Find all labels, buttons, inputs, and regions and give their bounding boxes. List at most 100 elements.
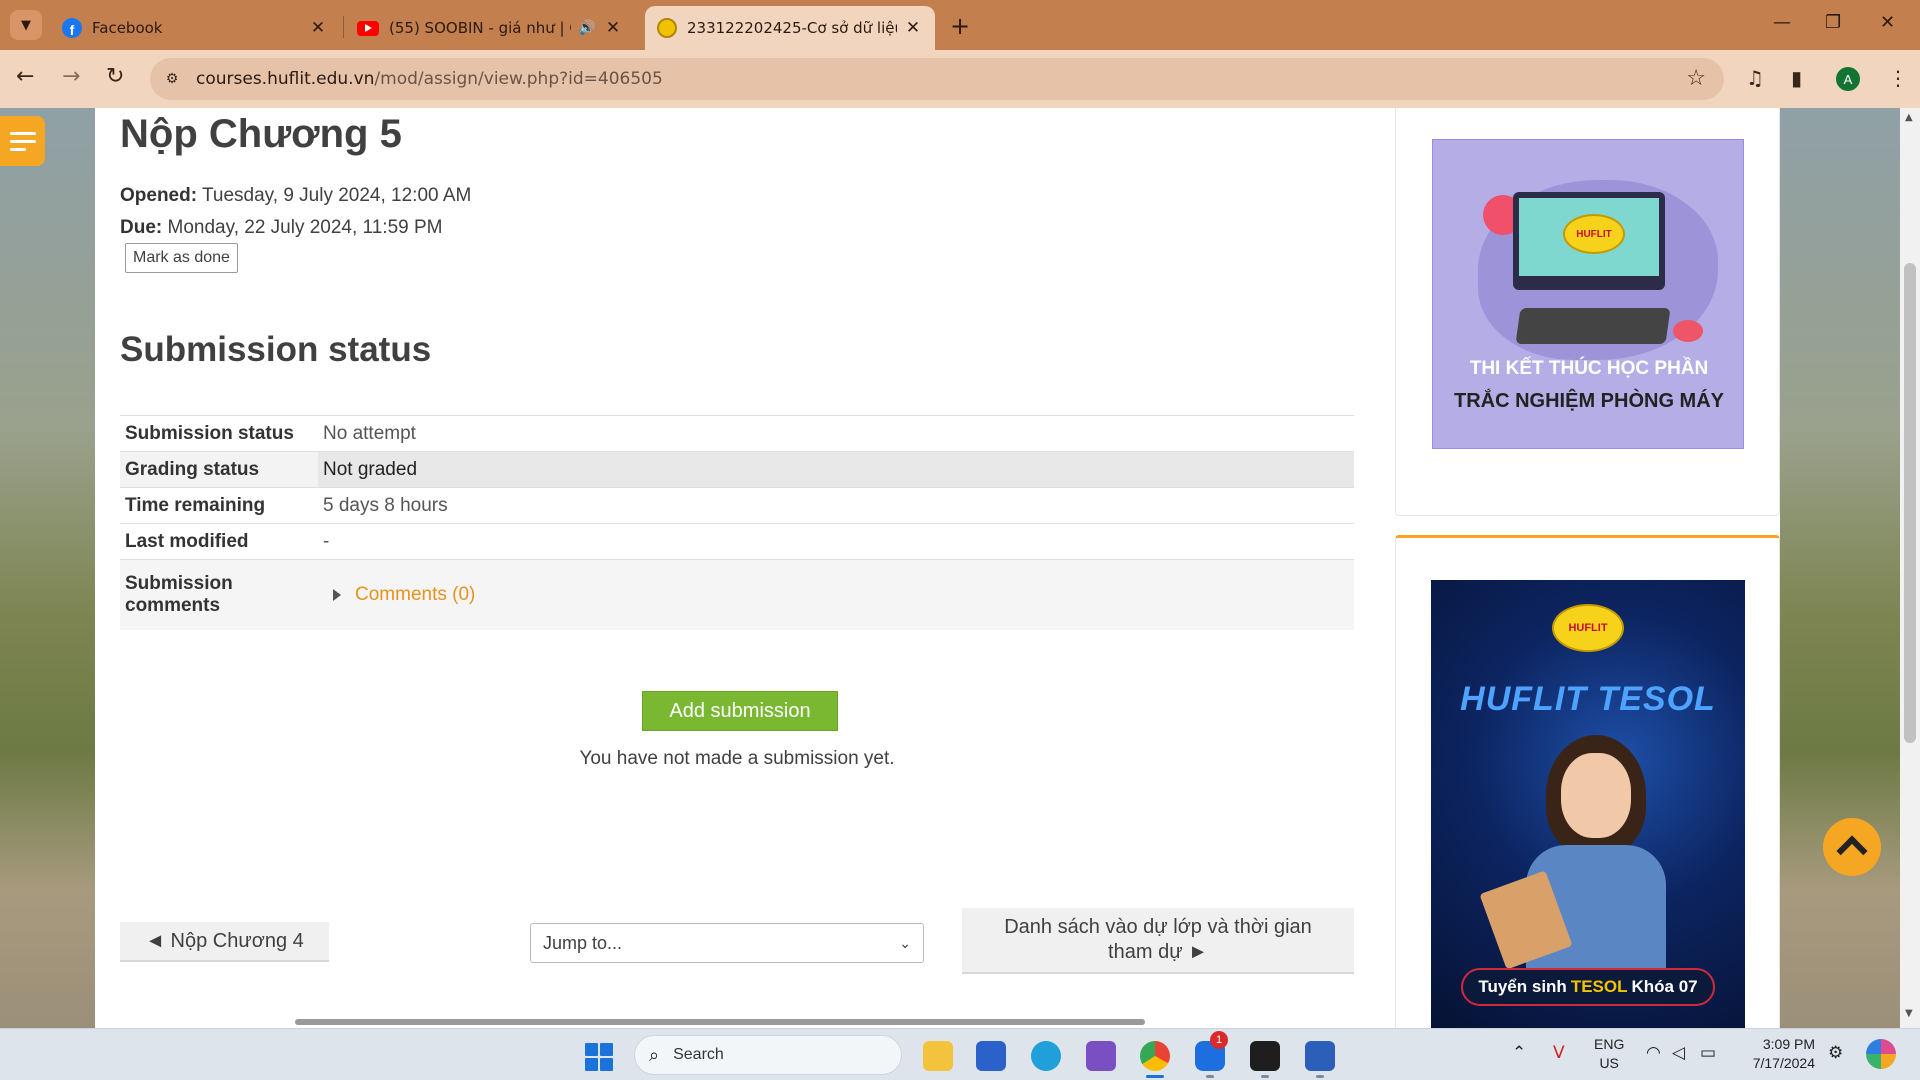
table-row: Submission status No attempt	[120, 415, 1354, 452]
prev-activity-button[interactable]: ◄ Nộp Chương 4	[120, 922, 329, 962]
row-value: -	[318, 523, 1354, 560]
caret-right-icon[interactable]	[333, 588, 341, 601]
table-row: Last modified -	[120, 523, 1354, 560]
table-row: Time remaining 5 days 8 hours	[120, 487, 1354, 524]
next-activity-button[interactable]: Danh sách vào dự lớp và thời gian tham d…	[962, 908, 1354, 974]
lang-line-1: ENG	[1594, 1036, 1625, 1052]
taskbar-search[interactable]: ⌕ Search	[634, 1035, 902, 1075]
opened-value: Tuesday, 9 July 2024, 12:00 AM	[197, 185, 472, 206]
huflit-icon	[657, 18, 677, 38]
youtube-icon	[357, 20, 379, 36]
opened-date: Opened: Tuesday, 9 July 2024, 12:00 AM	[120, 180, 471, 212]
chrome-icon[interactable]	[1140, 1041, 1170, 1071]
windows-taskbar: ⌕ Search 1 ⌃ V ENG US ◠ ◁ ▭ 3:09 PM 7/17…	[0, 1028, 1920, 1080]
huflit-logo: HUFLIT	[1563, 214, 1625, 254]
facebook-icon: f	[62, 18, 82, 38]
row-value: 5 days 8 hours	[318, 487, 1354, 524]
tab-huflit-course[interactable]: 233122202425-Cơ sở dữ liệu nâ ✕	[645, 6, 935, 50]
url-domain: courses.huflit.edu.vn	[196, 69, 375, 89]
tesol-brand-title: HUFLIT TESOL	[1460, 680, 1716, 718]
side-panel-icon[interactable]: ▮	[1791, 66, 1802, 90]
visual-studio-icon[interactable]	[1086, 1041, 1116, 1071]
close-icon[interactable]: ✕	[903, 18, 923, 38]
url-text: courses.huflit.edu.vn/mod/assign/view.ph…	[196, 69, 663, 89]
bookmark-star-icon[interactable]: ☆	[1686, 66, 1706, 91]
close-icon[interactable]: ✕	[603, 18, 623, 38]
language-indicator[interactable]: ENG US	[1594, 1035, 1624, 1073]
notifications-icon[interactable]: ⚙	[1828, 1043, 1843, 1063]
tesol-banner-image[interactable]: HUFLIT HUFLIT TESOL Tuyển sinh TESOL Khó…	[1431, 580, 1745, 1028]
exam-banner-image[interactable]: HUFLIT THI KẾT THÚC HỌC PHẦN TRẮC NGHIỆM…	[1432, 139, 1744, 449]
battery-icon[interactable]: ▭	[1700, 1043, 1716, 1063]
jump-to-label: Jump to...	[543, 932, 623, 953]
open-app-indicator	[1206, 1075, 1214, 1078]
clock[interactable]: 3:09 PM 7/17/2024	[1745, 1035, 1815, 1073]
copilot-icon[interactable]	[1866, 1039, 1896, 1069]
mark-as-done-button[interactable]: Mark as done	[125, 243, 238, 273]
edge-icon[interactable]	[1031, 1041, 1061, 1071]
search-placeholder: Search	[673, 1046, 724, 1063]
section-title: Submission status	[120, 330, 432, 369]
tab-title: Facebook	[92, 19, 163, 37]
window-close-button[interactable]: ✕	[1880, 12, 1895, 33]
row-label: Submission status	[120, 415, 318, 452]
add-submission-button[interactable]: Add submission	[642, 691, 838, 731]
tab-divider	[343, 16, 344, 38]
horizontal-scrollbar[interactable]	[0, 1016, 1900, 1028]
windows-start-button[interactable]	[585, 1043, 613, 1071]
new-tab-button[interactable]: +	[950, 12, 970, 40]
submission-status-table: Submission status No attempt Grading sta…	[120, 415, 1354, 630]
menu-line	[10, 147, 26, 151]
page-title: Nộp Chương 5	[120, 112, 402, 156]
media-control-icon[interactable]: ♫	[1746, 66, 1764, 90]
reload-button[interactable]: ↻	[106, 64, 124, 89]
huflit-logo: HUFLIT	[1552, 604, 1624, 652]
scrollbar-thumb[interactable]	[295, 1019, 1145, 1025]
scroll-down-arrow-icon[interactable]: ▼	[1905, 1008, 1913, 1019]
profile-avatar[interactable]: A	[1836, 67, 1860, 91]
table-row: Grading status Not graded	[120, 451, 1354, 488]
menu-line	[10, 131, 36, 135]
tab-title: (55) SOOBIN - giá như | Offi	[389, 19, 571, 37]
speaker-icon[interactable]: 🔊	[577, 20, 597, 36]
row-value: No attempt	[318, 415, 1354, 452]
word-icon[interactable]	[1305, 1041, 1335, 1071]
site-info-icon[interactable]: ⚙	[158, 65, 186, 93]
volume-icon[interactable]: ◁	[1672, 1043, 1685, 1063]
tab-facebook[interactable]: f Facebook ✕	[50, 6, 340, 50]
back-button[interactable]: ←	[16, 64, 34, 89]
banner-line-1: THI KẾT THÚC HỌC PHẦN	[1469, 358, 1709, 379]
chevron-up-icon[interactable]: ⌃	[1512, 1043, 1526, 1063]
jump-to-select[interactable]: Jump to... ⌄	[530, 923, 924, 963]
keyboard-icon	[1515, 308, 1671, 344]
wifi-icon[interactable]: ◠	[1646, 1043, 1661, 1063]
tab-search-button[interactable]: ▼	[10, 10, 42, 40]
table-row: Submission comments Comments (0)	[120, 559, 1354, 630]
course-index-drawer-button[interactable]	[0, 116, 45, 166]
page-viewport: Nộp Chương 5 Opened: Tuesday, 9 July 202…	[0, 108, 1900, 1028]
active-app-indicator	[1146, 1075, 1164, 1078]
figure-head	[1561, 753, 1631, 838]
minimize-button[interactable]: —	[1773, 12, 1791, 33]
microsoft-store-icon[interactable]	[976, 1041, 1006, 1071]
forward-button[interactable]: →	[62, 64, 80, 89]
row-value: Not graded	[318, 451, 1354, 488]
address-bar[interactable]: ⚙ courses.huflit.edu.vn/mod/assign/view.…	[150, 58, 1724, 100]
restore-button[interactable]: ❐	[1825, 12, 1841, 33]
vietkey-icon[interactable]: V	[1553, 1043, 1565, 1063]
comments-link[interactable]: Comments (0)	[355, 584, 475, 605]
tab-youtube[interactable]: (55) SOOBIN - giá như | Offi 🔊 ✕	[345, 6, 635, 50]
scroll-up-arrow-icon[interactable]: ▲	[1905, 112, 1913, 123]
activity-dates: Opened: Tuesday, 9 July 2024, 12:00 AM D…	[120, 180, 471, 244]
more-menu-icon[interactable]: ⋮	[1888, 66, 1908, 90]
figma-icon[interactable]	[1250, 1041, 1280, 1071]
menu-line	[10, 139, 36, 143]
row-label: Submission comments	[120, 559, 318, 630]
vertical-scrollbar[interactable]: ▲ ▼	[1900, 108, 1920, 1028]
search-icon: ⌕	[649, 1044, 660, 1065]
scrollbar-thumb[interactable]	[1904, 263, 1916, 743]
back-to-top-button[interactable]	[1823, 818, 1881, 876]
row-label: Time remaining	[120, 487, 318, 524]
file-explorer-icon[interactable]	[923, 1041, 953, 1071]
close-icon[interactable]: ✕	[308, 18, 328, 38]
